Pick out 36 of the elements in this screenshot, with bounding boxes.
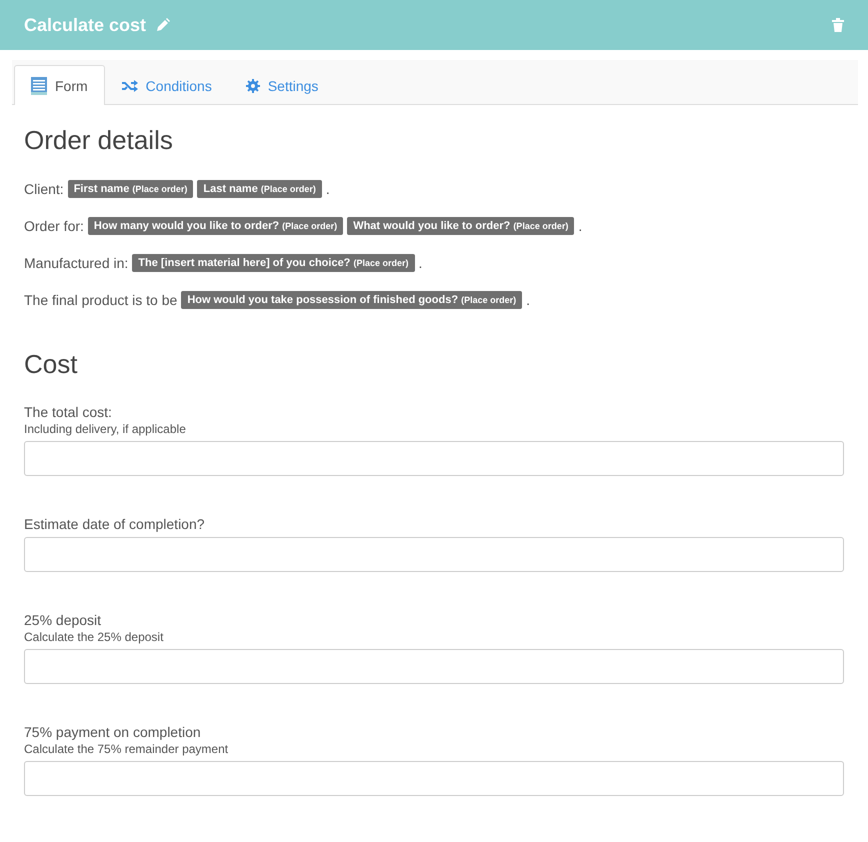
tab[interactable]: Conditions: [104, 65, 229, 105]
sentence-text: Client:: [24, 181, 64, 197]
section-heading: Order details: [24, 125, 174, 156]
input-field[interactable]: [24, 537, 844, 572]
field-token[interactable]: How many would you like to order? (Place order): [88, 217, 344, 235]
sentence-text: The final product is to be: [24, 292, 178, 308]
trash-icon[interactable]: [832, 18, 844, 32]
field-hint: Including delivery, if applicable: [24, 422, 187, 436]
field-token[interactable]: First name (Place order): [68, 180, 194, 198]
sentence-text: .: [578, 218, 582, 234]
sentence-text: Order for:: [24, 218, 84, 234]
field-label: 25% deposit: [24, 612, 102, 628]
field-token[interactable]: Last name (Place order): [197, 180, 322, 198]
input-field[interactable]: [24, 761, 844, 796]
field-token[interactable]: What would you like to order? (Place order): [347, 217, 574, 235]
tab[interactable]: Form: [14, 65, 105, 105]
input-field[interactable]: [24, 441, 844, 476]
tab[interactable]: Settings: [228, 65, 336, 105]
field-label: 75% payment on completion: [24, 724, 202, 740]
edit-pencil-icon[interactable]: [156, 18, 170, 32]
field-token[interactable]: The [insert material here] of you choice? (Place order): [132, 254, 414, 272]
sentence-text: .: [418, 255, 422, 271]
form-title: Calculate cost: [24, 14, 146, 36]
field-token[interactable]: How would you take possession of finished goods? (Place order): [181, 291, 522, 309]
form-icon: [31, 76, 47, 94]
sentence-text: Manufactured in:: [24, 255, 128, 271]
field-hint: Calculate the 75% remainder payment: [24, 742, 230, 756]
field-label: The total cost:: [24, 404, 113, 420]
section-heading: Cost: [24, 349, 78, 380]
shuffle-icon: [122, 80, 138, 92]
sentence-text: .: [526, 292, 530, 308]
sentence-text: .: [326, 181, 330, 197]
field-hint: Calculate the 25% deposit: [24, 630, 164, 644]
input-field[interactable]: [24, 649, 844, 684]
field-label: Estimate date of completion?: [24, 516, 206, 532]
gear-icon: [246, 78, 260, 92]
